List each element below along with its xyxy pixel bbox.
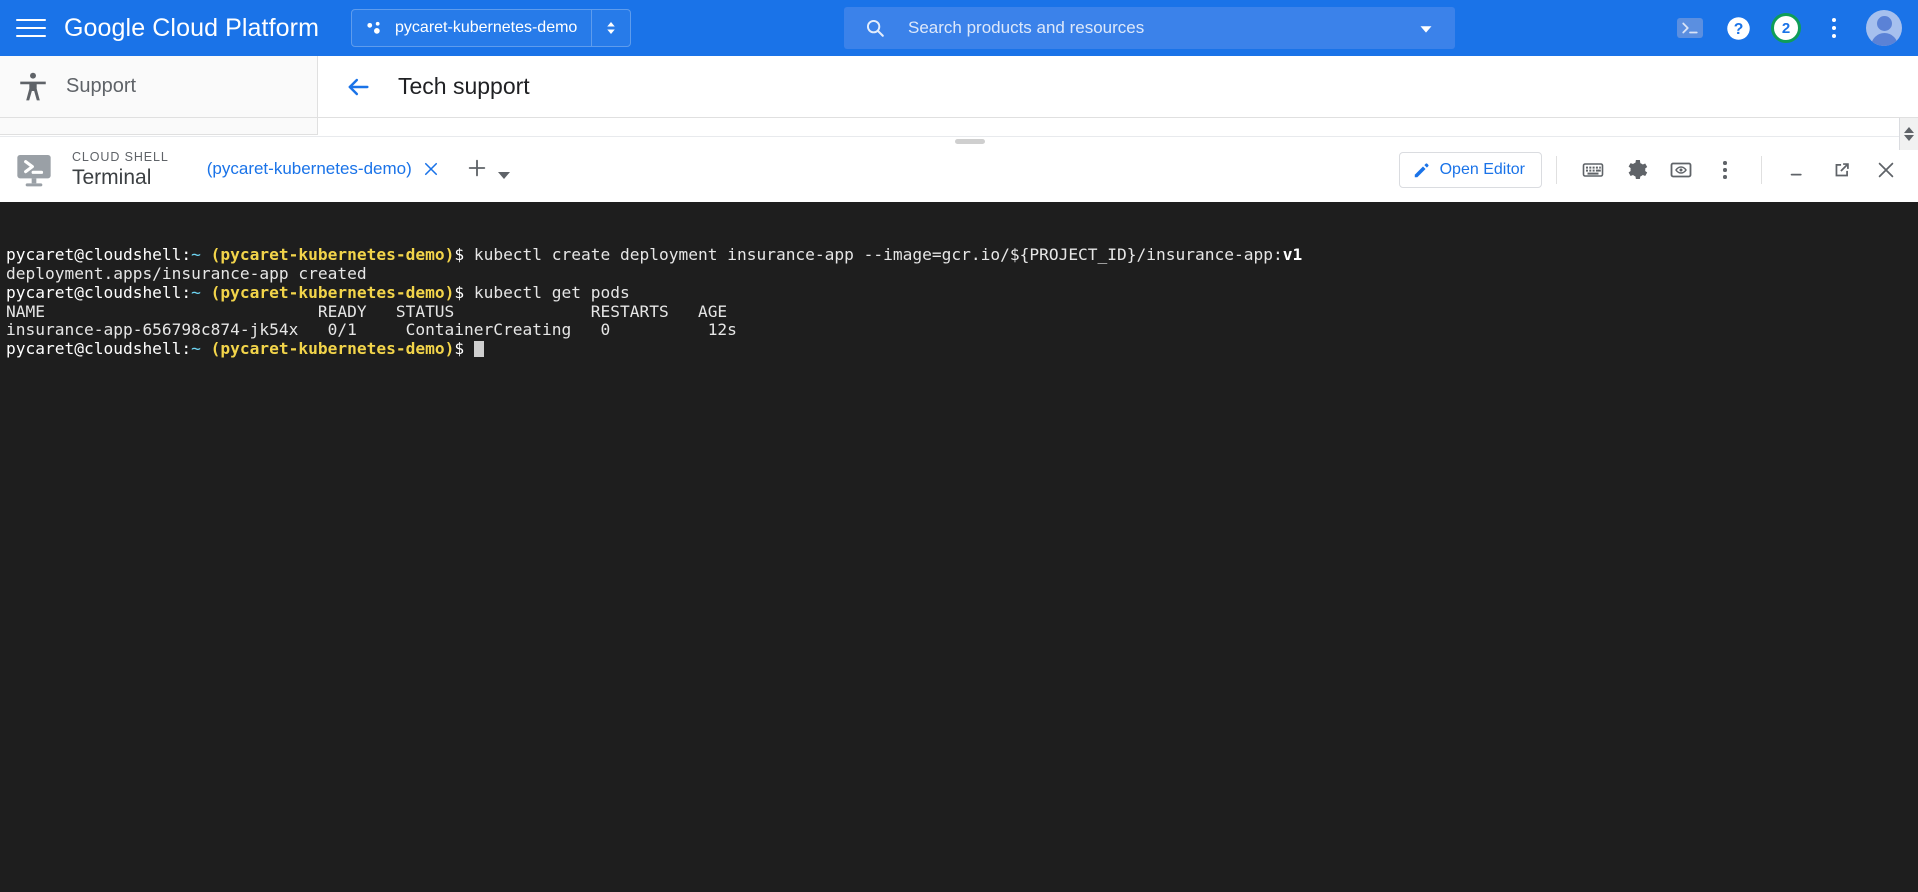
- terminal-command-line: pycaret@cloudshell:~ (pycaret-kubernetes…: [6, 284, 1918, 303]
- toolbar-divider-1: [1556, 156, 1557, 184]
- cloud-shell-name: Terminal: [72, 165, 169, 191]
- search-bar[interactable]: [844, 7, 1455, 49]
- cloud-shell-kicker: CLOUD SHELL: [72, 149, 169, 165]
- minimize-icon[interactable]: [1776, 148, 1820, 192]
- project-dots-icon: [365, 19, 384, 38]
- top-bar-actions: ? 2: [1666, 0, 1906, 56]
- notifications-badge: 2: [1771, 13, 1801, 43]
- open-in-new-icon[interactable]: [1820, 148, 1864, 192]
- avatar: [1866, 10, 1902, 46]
- terminal-tab-label[interactable]: (pycaret-kubernetes-demo): [207, 159, 412, 179]
- account-avatar[interactable]: [1858, 4, 1906, 52]
- page-header: Tech support: [318, 56, 1918, 118]
- search-icon: [864, 17, 886, 39]
- open-in-new-glyph-icon: [1831, 159, 1853, 181]
- help-circle-icon[interactable]: ?: [1714, 4, 1762, 52]
- open-editor-label: Open Editor: [1440, 161, 1525, 179]
- open-editor-button[interactable]: Open Editor: [1399, 152, 1542, 188]
- hamburger-menu-icon[interactable]: [16, 17, 46, 39]
- project-switch-button[interactable]: [592, 10, 630, 46]
- arrow-back-icon[interactable]: [344, 73, 372, 101]
- terminal-tab-active[interactable]: (pycaret-kubernetes-demo): [207, 159, 440, 179]
- top-app-bar: Google Cloud Platform pycaret-kubernetes…: [0, 0, 1918, 56]
- plus-icon[interactable]: [466, 157, 488, 179]
- sidebar-item-support-label: Support: [66, 75, 136, 98]
- pencil-icon: [1412, 161, 1431, 180]
- web-preview-icon[interactable]: [1659, 148, 1703, 192]
- caret-down-icon[interactable]: [498, 172, 510, 179]
- terminal-prompt-line: pycaret@cloudshell:~ (pycaret-kubernetes…: [6, 340, 1918, 359]
- unfold-more-icon: [602, 18, 620, 38]
- terminal-tabs: (pycaret-kubernetes-demo): [207, 157, 510, 183]
- terminal-output-line: NAME READY STATUS RESTARTS AGE: [6, 303, 1918, 322]
- terminal-glyph-icon: [1681, 21, 1699, 35]
- sidebar-strip: [0, 118, 318, 135]
- secondary-bar: Support Tech support: [0, 56, 1918, 118]
- terminal-lines: pycaret@cloudshell:~ (pycaret-kubernetes…: [6, 246, 1918, 359]
- gear-icon[interactable]: [1615, 148, 1659, 192]
- more-dots: [1832, 18, 1836, 38]
- svg-text:?: ?: [1733, 21, 1743, 38]
- close-icon[interactable]: [1864, 148, 1908, 192]
- project-selector-main[interactable]: pycaret-kubernetes-demo: [352, 10, 591, 46]
- panel-resize-handle[interactable]: [955, 139, 985, 144]
- scroll-up-icon[interactable]: [1904, 127, 1914, 133]
- cloud-shell-titles: CLOUD SHELL Terminal: [72, 149, 169, 191]
- terminal-output-line: insurance-app-656798c874-jk54x 0/1 Conta…: [6, 321, 1918, 340]
- cloud-shell-header: CLOUD SHELL Terminal (pycaret-kubernetes…: [0, 136, 1918, 202]
- sidebar-item-support[interactable]: Support: [0, 56, 318, 118]
- chevron-down-icon[interactable]: [1415, 18, 1437, 40]
- close-glyph-icon: [1875, 159, 1897, 181]
- keyboard-icon[interactable]: [1571, 148, 1615, 192]
- notifications-button[interactable]: 2: [1762, 4, 1810, 52]
- help-glyph-icon: ?: [1725, 15, 1752, 42]
- terminal-cursor: [474, 341, 484, 357]
- gear-glyph-icon: [1625, 158, 1649, 182]
- terminal-output-line: deployment.apps/insurance-app created: [6, 265, 1918, 284]
- web-preview-glyph-icon: [1669, 158, 1693, 182]
- brand-title[interactable]: Google Cloud Platform: [64, 14, 319, 43]
- page-scrollbar[interactable]: [1899, 118, 1918, 150]
- terminal-command-line: pycaret@cloudshell:~ (pycaret-kubernetes…: [6, 246, 1918, 265]
- more-vert-icon[interactable]: [1810, 4, 1858, 52]
- close-icon[interactable]: [422, 160, 440, 178]
- content-strip: [0, 118, 1918, 136]
- scroll-down-icon[interactable]: [1904, 135, 1914, 141]
- cloud-shell-icon[interactable]: [1666, 4, 1714, 52]
- keyboard-glyph-icon: [1581, 158, 1605, 182]
- page-title: Tech support: [398, 73, 530, 100]
- toolbar-divider-2: [1761, 156, 1762, 184]
- more-dots: [1723, 161, 1727, 179]
- project-selector[interactable]: pycaret-kubernetes-demo: [351, 9, 631, 47]
- project-name: pycaret-kubernetes-demo: [395, 19, 577, 37]
- more-vert-icon[interactable]: [1703, 148, 1747, 192]
- minimize-glyph-icon: [1787, 159, 1809, 181]
- cloud-shell-toolbar: Open Editor: [1399, 137, 1908, 203]
- cloud-shell-terminal-icon: [14, 150, 54, 190]
- terminal-output[interactable]: pycaret@cloudshell:~ (pycaret-kubernetes…: [0, 202, 1918, 892]
- search-input[interactable]: [908, 18, 1358, 38]
- cloud-shell-chip: [1677, 18, 1703, 38]
- accessibility-person-icon: [16, 70, 50, 104]
